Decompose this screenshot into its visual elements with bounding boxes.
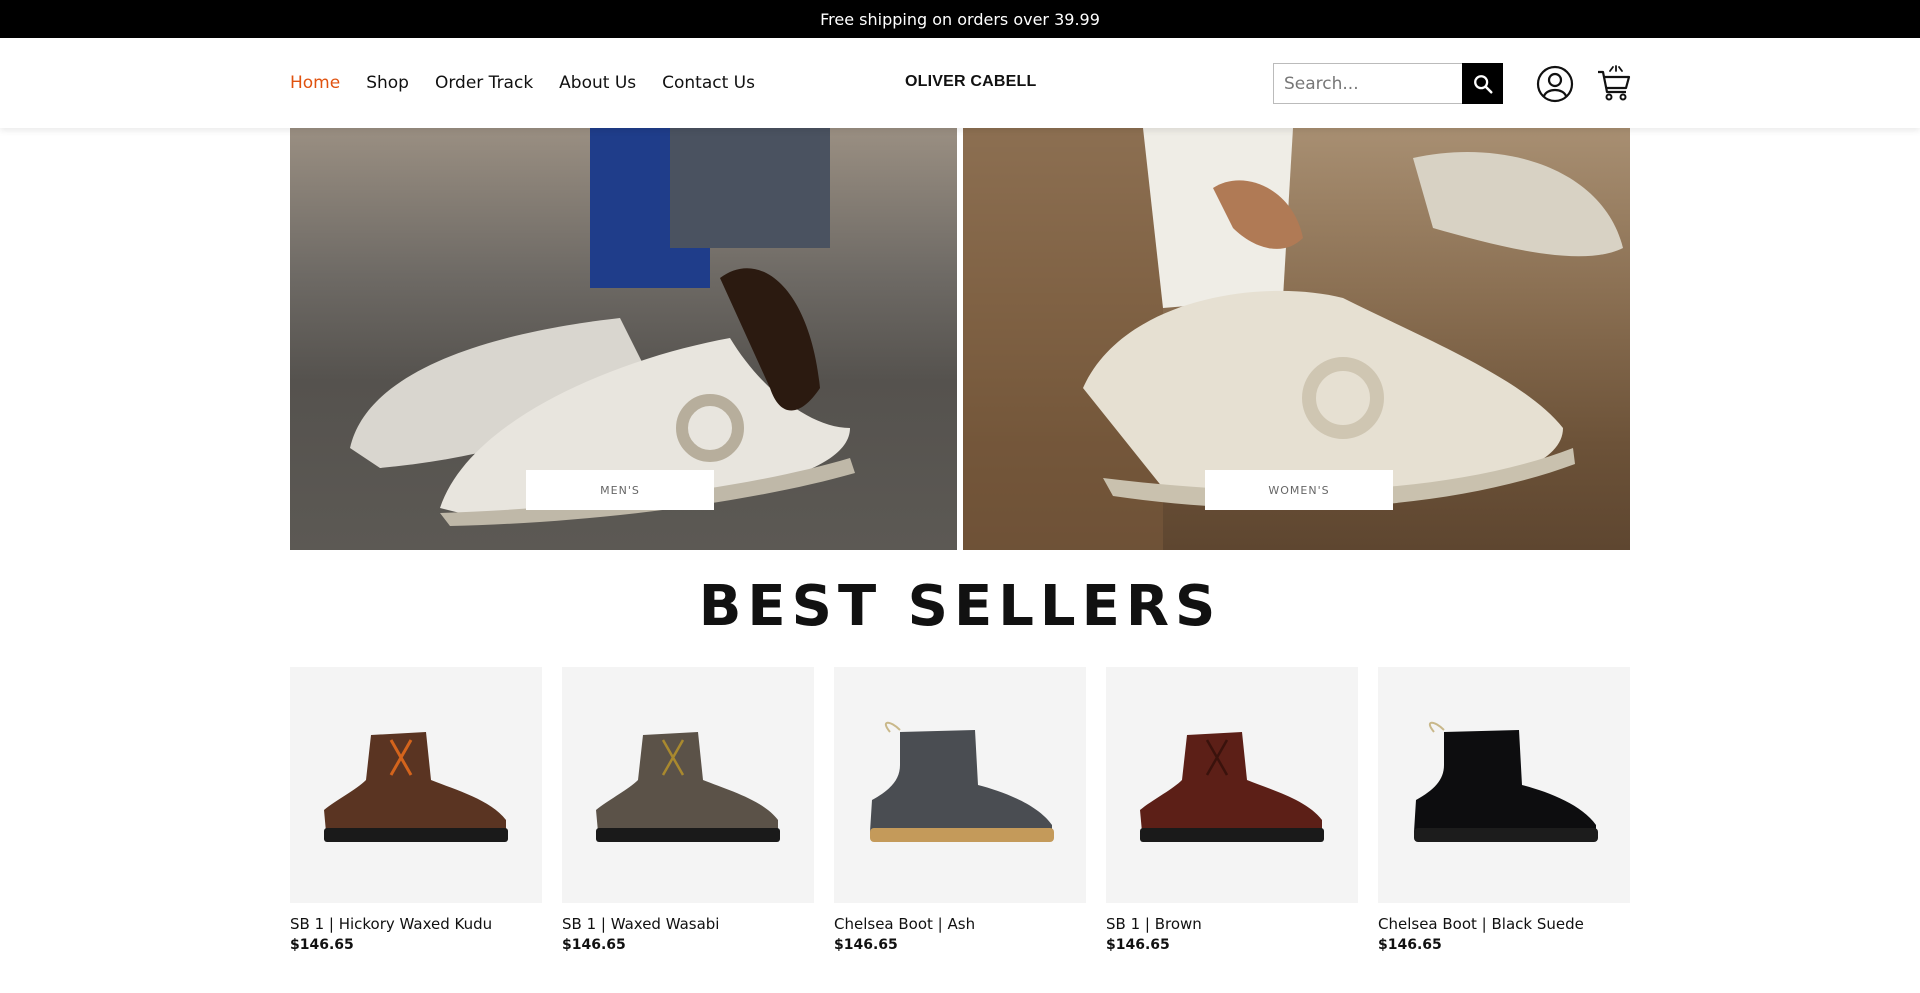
product-image xyxy=(1378,667,1630,903)
product-name[interactable]: SB 1 | Hickory Waxed Kudu xyxy=(290,915,542,933)
product-image xyxy=(562,667,814,903)
main-nav: Home Shop Order Track About Us Contact U… xyxy=(290,38,755,128)
product-name[interactable]: SB 1 | Waxed Wasabi xyxy=(562,915,814,933)
hero-women-panel[interactable]: WOMEN'S xyxy=(963,128,1630,550)
site-header: Home Shop Order Track About Us Contact U… xyxy=(0,38,1920,128)
nav-order-track[interactable]: Order Track xyxy=(435,73,533,93)
search-input[interactable] xyxy=(1273,63,1462,104)
product-price: $146.65 xyxy=(562,937,626,953)
hero-men-panel[interactable]: MEN'S xyxy=(290,128,957,550)
product-price: $146.65 xyxy=(290,937,354,953)
brand-logo[interactable]: OLIVER CABELL xyxy=(905,73,1037,91)
product-price: $146.65 xyxy=(1378,937,1442,953)
search-button[interactable] xyxy=(1462,63,1503,104)
nav-about-us[interactable]: About Us xyxy=(559,73,636,93)
shop-men-button[interactable]: MEN'S xyxy=(526,470,714,510)
best-sellers-title: BEST SELLERS xyxy=(698,574,1222,639)
product-card[interactable]: SB 1 | Waxed Wasabi $146.65 xyxy=(562,667,814,953)
search-form xyxy=(1273,63,1503,104)
product-price: $146.65 xyxy=(1106,937,1170,953)
nav-shop[interactable]: Shop xyxy=(366,73,409,93)
best-sellers-grid: SB 1 | Hickory Waxed Kudu $146.65 SB 1 |… xyxy=(290,667,1630,953)
product-name[interactable]: Chelsea Boot | Ash xyxy=(834,915,1086,933)
announcement-text: Free shipping on orders over 39.99 xyxy=(820,9,1100,29)
product-card[interactable]: Chelsea Boot | Ash $146.65 xyxy=(834,667,1086,953)
product-image xyxy=(290,667,542,903)
product-card[interactable]: SB 1 | Brown $146.65 xyxy=(1106,667,1358,953)
product-price: $146.65 xyxy=(834,937,898,953)
lace-up-boot-image xyxy=(1140,732,1324,842)
search-icon xyxy=(1473,74,1493,94)
announcement-bar: Free shipping on orders over 39.99 xyxy=(0,0,1920,38)
user-icon xyxy=(1536,65,1574,103)
nav-home[interactable]: Home xyxy=(290,73,340,93)
lace-up-boot-image xyxy=(324,732,508,842)
product-card[interactable]: Chelsea Boot | Black Suede $146.65 xyxy=(1378,667,1630,953)
hero-banner: MEN'S WOMEN'S xyxy=(290,128,1630,550)
product-image xyxy=(1106,667,1358,903)
chelsea-boot-image xyxy=(870,721,1054,842)
lace-up-boot-image xyxy=(596,732,780,842)
account-button[interactable] xyxy=(1536,65,1574,103)
product-name[interactable]: SB 1 | Brown xyxy=(1106,915,1358,933)
chelsea-boot-image xyxy=(1414,721,1598,842)
product-name[interactable]: Chelsea Boot | Black Suede xyxy=(1378,915,1630,933)
product-card[interactable]: SB 1 | Hickory Waxed Kudu $146.65 xyxy=(290,667,542,953)
nav-contact-us[interactable]: Contact Us xyxy=(662,73,755,93)
shop-women-button[interactable]: WOMEN'S xyxy=(1205,470,1393,510)
cart-icon xyxy=(1598,65,1631,101)
cart-button[interactable] xyxy=(1596,64,1632,102)
product-image xyxy=(834,667,1086,903)
